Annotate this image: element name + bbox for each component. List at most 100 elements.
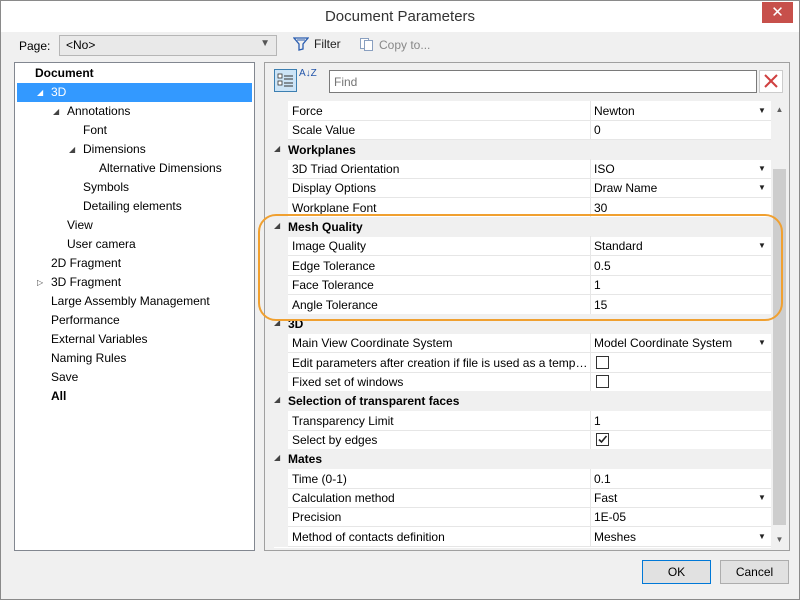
tree-item[interactable]: External Variables — [15, 330, 254, 349]
property-value[interactable]: 0.1 — [594, 472, 744, 486]
property-value[interactable]: Meshes — [594, 530, 744, 544]
column-divider[interactable] — [590, 410, 591, 431]
collapse-arrow-icon[interactable]: ◢ — [37, 83, 43, 102]
categorized-view-button[interactable] — [274, 69, 297, 92]
dropdown-arrow-icon[interactable]: ▼ — [758, 532, 766, 541]
collapse-arrow-icon[interactable]: ◢ — [274, 318, 280, 327]
property-row[interactable]: Display Options Draw Name ▼ — [274, 178, 771, 199]
scroll-thumb[interactable] — [773, 169, 786, 525]
property-value[interactable]: 1E-05 — [594, 510, 744, 524]
find-clear-button[interactable] — [759, 70, 783, 93]
collapse-arrow-icon[interactable]: ◢ — [53, 102, 59, 121]
column-divider[interactable] — [590, 255, 591, 276]
property-value[interactable]: ISO — [594, 162, 744, 176]
column-divider[interactable] — [590, 294, 591, 315]
category-row[interactable]: ◢ 3D — [274, 313, 771, 334]
property-row[interactable]: Main View Coordinate System Model Coordin… — [274, 333, 771, 354]
page-select[interactable]: <No> ▼ — [59, 35, 277, 56]
property-row[interactable]: Precision 1E-05 — [274, 507, 771, 528]
category-row[interactable]: ◢ Workplanes — [274, 139, 771, 160]
property-row[interactable]: Force Newton ▼ — [274, 101, 771, 121]
tree-item[interactable]: Font — [15, 121, 254, 140]
column-divider[interactable] — [590, 333, 591, 354]
tree-item[interactable]: ◢ Annotations — [15, 102, 254, 121]
column-divider[interactable] — [590, 468, 591, 489]
dropdown-arrow-icon[interactable]: ▼ — [758, 493, 766, 502]
property-row[interactable]: 3D Triad Orientation ISO ▼ — [274, 159, 771, 180]
property-value[interactable]: 1 — [594, 278, 744, 292]
tree-item[interactable]: Save — [15, 368, 254, 387]
property-value[interactable]: Fast — [594, 491, 744, 505]
column-divider[interactable] — [590, 526, 591, 547]
column-divider[interactable] — [590, 275, 591, 296]
tree-item[interactable]: ▷ 3D Fragment — [15, 273, 254, 292]
property-checkbox[interactable] — [596, 374, 609, 388]
property-row[interactable]: Workplane Font 30 — [274, 197, 771, 218]
category-row[interactable]: ◢ Mesh Quality — [274, 217, 771, 238]
category-row[interactable]: ◢ Selection of transparent faces — [274, 391, 771, 412]
property-checkbox[interactable] — [596, 432, 609, 446]
column-divider[interactable] — [590, 507, 591, 528]
dropdown-arrow-icon[interactable]: ▼ — [758, 183, 766, 192]
property-value[interactable]: Standard — [594, 239, 744, 253]
property-grid-scrollbar[interactable]: ▲ ▼ — [771, 101, 788, 548]
sort-az-button[interactable]: A↓Z — [299, 69, 322, 92]
ok-button[interactable]: OK — [642, 560, 711, 584]
tree-item[interactable]: 2D Fragment — [15, 254, 254, 273]
property-row[interactable]: Angle Tolerance 15 — [274, 294, 771, 315]
scroll-up-icon[interactable]: ▲ — [771, 101, 788, 118]
tree-item[interactable]: Large Assembly Management — [15, 292, 254, 311]
find-input[interactable] — [329, 70, 757, 93]
column-divider[interactable] — [590, 101, 591, 121]
column-divider[interactable] — [590, 429, 591, 450]
dropdown-arrow-icon[interactable]: ▼ — [758, 164, 766, 173]
cancel-button[interactable]: Cancel — [720, 560, 789, 584]
title-bar[interactable]: Document Parameters ✕ — [1, 1, 799, 32]
column-divider[interactable] — [590, 120, 591, 141]
property-row[interactable]: Transparency Limit 1 — [274, 410, 771, 431]
property-row[interactable]: Select by edges — [274, 429, 771, 450]
column-divider[interactable] — [590, 178, 591, 199]
dropdown-arrow-icon[interactable]: ▼ — [758, 338, 766, 347]
property-row[interactable]: Fixed set of windows — [274, 371, 771, 392]
property-row[interactable]: Method of contacts definition Meshes ▼ — [274, 526, 771, 547]
property-row[interactable]: Scale Value 0 — [274, 120, 771, 141]
tree-item[interactable]: Detailing elements — [15, 197, 254, 216]
column-divider[interactable] — [590, 352, 591, 373]
filter-button[interactable]: Filter — [293, 37, 341, 51]
collapse-arrow-icon[interactable]: ◢ — [274, 221, 280, 230]
category-row[interactable]: ◢ Mates — [274, 449, 771, 470]
tree-item[interactable]: ◢ 3D — [17, 83, 252, 102]
column-divider[interactable] — [590, 197, 591, 218]
dropdown-arrow-icon[interactable]: ▼ — [758, 106, 766, 115]
category-tree[interactable]: Document ◢ 3D ◢ Annotations Font ◢ Dimensions Al… — [14, 62, 255, 551]
tree-item[interactable]: Symbols — [15, 178, 254, 197]
collapse-arrow-icon[interactable]: ◢ — [274, 395, 280, 404]
tree-item[interactable]: Naming Rules — [15, 349, 254, 368]
copy-to-button[interactable]: Copy to... — [359, 37, 430, 52]
property-row[interactable]: Face Tolerance 1 — [274, 275, 771, 296]
property-value[interactable]: Newton — [594, 104, 744, 118]
property-value[interactable]: Model Coordinate System — [594, 336, 744, 350]
scroll-down-icon[interactable]: ▼ — [771, 531, 788, 548]
property-checkbox[interactable] — [596, 355, 609, 369]
property-row[interactable]: Image Quality Standard ▼ — [274, 236, 771, 257]
tree-item[interactable]: Alternative Dimensions — [15, 159, 254, 178]
property-value[interactable]: 15 — [594, 298, 744, 312]
tree-item[interactable]: View — [15, 216, 254, 235]
property-row[interactable]: Edit parameters after creation if file i… — [274, 352, 771, 373]
tree-item[interactable]: User camera — [15, 235, 254, 254]
expand-arrow-icon[interactable]: ▷ — [37, 273, 43, 292]
property-grid[interactable]: Force Newton ▼ Scale Value 0 ◢ Workplanes 3D Tr… — [274, 101, 771, 548]
property-row[interactable]: Edge Tolerance 0.5 — [274, 255, 771, 276]
property-value[interactable]: 0.5 — [594, 259, 744, 273]
property-value[interactable]: Draw Name — [594, 181, 744, 195]
property-row[interactable]: Time (0-1) 0.1 — [274, 468, 771, 489]
close-button[interactable]: ✕ — [762, 2, 793, 23]
collapse-arrow-icon[interactable]: ◢ — [69, 140, 75, 159]
collapse-arrow-icon[interactable]: ◢ — [274, 453, 280, 462]
tree-item[interactable]: Document — [15, 64, 254, 83]
column-divider[interactable] — [590, 159, 591, 180]
property-value[interactable]: 1 — [594, 414, 744, 428]
dropdown-arrow-icon[interactable]: ▼ — [758, 241, 766, 250]
